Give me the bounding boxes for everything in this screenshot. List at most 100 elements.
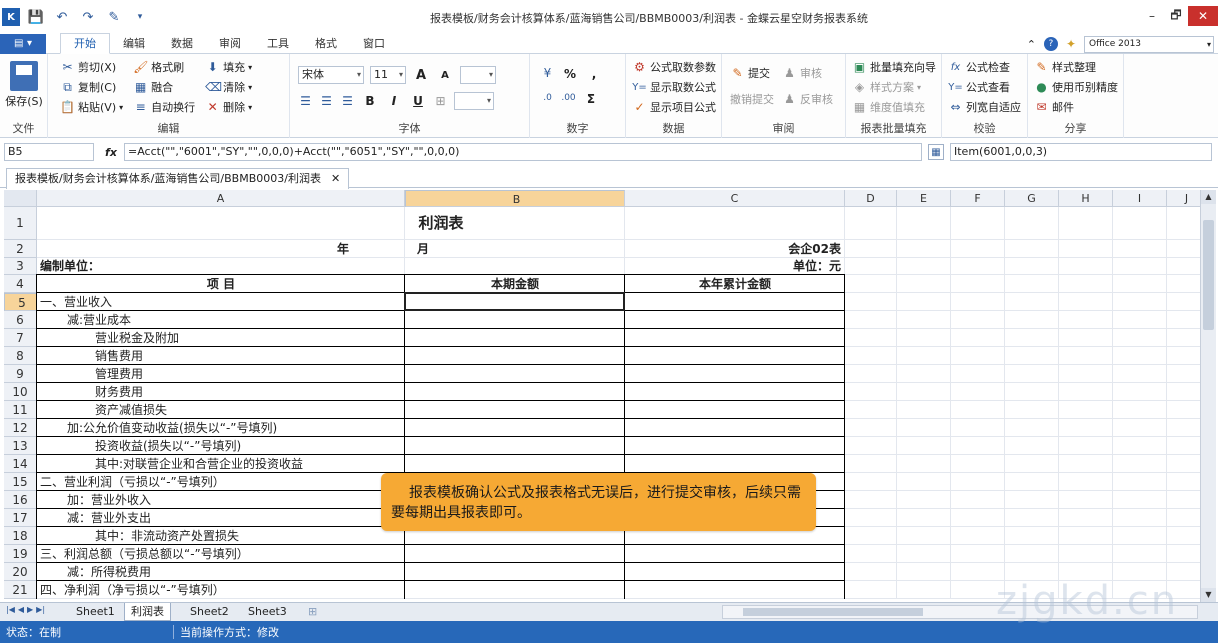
column-header-d[interactable]: D bbox=[845, 190, 897, 207]
item-row-9[interactable]: 管理费用 bbox=[95, 365, 405, 383]
vertical-scrollbar[interactable]: ▲ ▼ bbox=[1200, 190, 1216, 602]
column-header-c[interactable]: C bbox=[625, 190, 845, 207]
align-center-icon[interactable]: ☰ bbox=[319, 94, 334, 109]
row-header-15[interactable]: 15 bbox=[4, 473, 37, 491]
undo-icon[interactable]: ↶ bbox=[52, 7, 72, 27]
formula-input[interactable]: =Acct("","6001","SY","",0,0,0)+Acct("","… bbox=[124, 143, 922, 161]
prev-sheet-icon[interactable]: ◀ bbox=[18, 605, 24, 614]
percent-button[interactable]: % bbox=[561, 67, 579, 81]
row-header-2[interactable]: 2 bbox=[4, 240, 37, 258]
wrap-button[interactable]: ≡ 自动换行 bbox=[133, 97, 196, 117]
redo-icon[interactable]: ↷ bbox=[78, 7, 98, 27]
ytd-amount-cell[interactable] bbox=[625, 419, 845, 437]
tab-window[interactable]: 窗口 bbox=[350, 34, 398, 54]
ytd-amount-cell[interactable] bbox=[625, 563, 845, 581]
select-all-corner[interactable] bbox=[4, 190, 37, 207]
item-row-16[interactable]: 加：营业外收入 bbox=[67, 491, 405, 509]
header-item[interactable]: 项 目 bbox=[37, 275, 405, 293]
current-amount-cell[interactable] bbox=[405, 581, 625, 599]
sheet-tab-sheet2[interactable]: Sheet2 bbox=[184, 603, 235, 621]
fill-button[interactable]: ⬇ 填充 ▾ bbox=[205, 57, 253, 77]
ytd-amount-cell[interactable] bbox=[625, 383, 845, 401]
formula-view-button[interactable]: Y= 公式查看 bbox=[948, 77, 1023, 97]
item-row-13[interactable]: 投资收益(损失以“-”号填列) bbox=[95, 437, 405, 455]
item-row-5[interactable]: 一、营业收入 bbox=[40, 293, 405, 311]
file-menu-button[interactable]: ▤ ▾ bbox=[0, 33, 46, 54]
item-row-7[interactable]: 营业税金及附加 bbox=[95, 329, 405, 347]
column-header-e[interactable]: E bbox=[897, 190, 951, 207]
shrink-font-button[interactable]: A bbox=[436, 70, 454, 81]
clear-button[interactable]: ⌫ 清除 ▾ bbox=[205, 77, 252, 97]
row-header-5[interactable]: 5 bbox=[4, 293, 37, 311]
item-row-12[interactable]: 加:公允价值变动收益(损失以“-”号填列) bbox=[67, 419, 405, 437]
item-row-10[interactable]: 财务费用 bbox=[95, 383, 405, 401]
item-row-6[interactable]: 减:营业成本 bbox=[67, 311, 405, 329]
delete-button[interactable]: ✕ 删除 ▾ bbox=[205, 97, 253, 117]
item-formula-icon[interactable]: ▦ bbox=[928, 144, 944, 160]
audit-button[interactable]: ♟ 审核 bbox=[782, 63, 833, 83]
row-header-12[interactable]: 12 bbox=[4, 419, 37, 437]
year-label[interactable]: 年 bbox=[337, 240, 367, 258]
current-amount-cell[interactable] bbox=[405, 437, 625, 455]
row-header-16[interactable]: 16 bbox=[4, 491, 37, 509]
submit-button[interactable]: ✎ 提交 bbox=[730, 63, 774, 83]
tab-format[interactable]: 格式 bbox=[302, 34, 350, 54]
row-header-14[interactable]: 14 bbox=[4, 455, 37, 473]
tab-review[interactable]: 审阅 bbox=[206, 34, 254, 54]
batch-wizard-button[interactable]: ▣ 批量填充向导 bbox=[852, 57, 937, 77]
tab-data[interactable]: 数据 bbox=[158, 34, 206, 54]
add-sheet-icon[interactable]: ⊞ bbox=[302, 603, 323, 621]
fill-color-select[interactable]: ▾ bbox=[454, 92, 494, 110]
dim-fill-button[interactable]: ▦ 维度值填充 bbox=[852, 97, 937, 117]
current-amount-cell[interactable] bbox=[405, 383, 625, 401]
current-amount-cell[interactable] bbox=[405, 311, 625, 329]
scroll-up-icon[interactable]: ▲ bbox=[1201, 190, 1216, 204]
month-label[interactable]: 月 bbox=[417, 240, 447, 258]
current-amount-cell[interactable] bbox=[405, 455, 625, 473]
first-sheet-icon[interactable]: |◀ bbox=[6, 605, 15, 614]
fetch-params-button[interactable]: ⚙ 公式取数参数 bbox=[632, 57, 717, 77]
sum-button[interactable]: Σ bbox=[582, 92, 600, 106]
item-row-15[interactable]: 二、营业利润（亏损以“-”号填列） bbox=[40, 473, 405, 491]
align-right-icon[interactable]: ☰ bbox=[340, 94, 355, 109]
row-header-19[interactable]: 19 bbox=[4, 545, 37, 563]
item-row-14[interactable]: 其中:对联营企业和合营企业的投资收益 bbox=[95, 455, 405, 473]
tab-home[interactable]: 开始 bbox=[60, 33, 110, 54]
header-current-amount[interactable]: 本期金额 bbox=[405, 275, 625, 293]
ytd-amount-cell[interactable] bbox=[625, 581, 845, 599]
border-select[interactable]: ▾ bbox=[460, 66, 496, 84]
font-size-select[interactable]: 11 ▾ bbox=[370, 66, 406, 84]
sheet-tab-profit[interactable]: 利润表 bbox=[124, 603, 171, 621]
item-row-18[interactable]: 其中：非流动资产处置损失 bbox=[95, 527, 405, 545]
horizontal-scrollbar[interactable] bbox=[722, 605, 1198, 619]
form-number[interactable]: 会企02表 bbox=[625, 240, 841, 258]
ytd-amount-cell[interactable] bbox=[625, 455, 845, 473]
row-header-20[interactable]: 20 bbox=[4, 563, 37, 581]
item-row-20[interactable]: 减：所得税费用 bbox=[67, 563, 405, 581]
current-amount-cell[interactable] bbox=[405, 329, 625, 347]
vertical-scroll-thumb[interactable] bbox=[1203, 220, 1214, 330]
sheet-tab-sheet1[interactable]: Sheet1 bbox=[70, 603, 121, 621]
increase-decimal-icon[interactable]: .0 bbox=[540, 91, 555, 106]
save-button[interactable]: 保存(S) bbox=[4, 57, 44, 109]
close-tab-icon[interactable]: ✕ bbox=[331, 169, 340, 189]
close-button[interactable]: ✕ bbox=[1188, 6, 1218, 26]
ytd-amount-cell[interactable] bbox=[625, 329, 845, 347]
name-box[interactable]: B5 bbox=[4, 143, 94, 161]
spreadsheet-grid[interactable]: A B C D E F G H I J 1 2 3 4 5 6 7 8 9 10 11 12 13 14 15 16 17 18 19 2… bbox=[4, 190, 1200, 602]
fx-button[interactable]: fx bbox=[100, 143, 122, 161]
style-arrange-button[interactable]: ✎ 样式整理 bbox=[1034, 57, 1119, 77]
currency-unit[interactable]: 单位：元 bbox=[625, 258, 841, 275]
align-left-icon[interactable]: ☰ bbox=[298, 94, 313, 109]
grow-font-button[interactable]: A bbox=[412, 68, 430, 83]
current-amount-cell[interactable] bbox=[405, 563, 625, 581]
tab-edit[interactable]: 编辑 bbox=[110, 34, 158, 54]
ytd-amount-cell[interactable] bbox=[625, 401, 845, 419]
row-header-17[interactable]: 17 bbox=[4, 509, 37, 527]
column-header-j[interactable]: J bbox=[1167, 190, 1200, 207]
compiling-unit-label[interactable]: 编制单位： bbox=[40, 258, 240, 275]
theme-select[interactable]: Office 2013 ▾ bbox=[1084, 35, 1214, 53]
comma-button[interactable]: , bbox=[585, 67, 603, 81]
autofit-button[interactable]: ⇔ 列宽自适应 bbox=[948, 97, 1023, 117]
save-icon[interactable]: 💾 bbox=[26, 7, 46, 27]
